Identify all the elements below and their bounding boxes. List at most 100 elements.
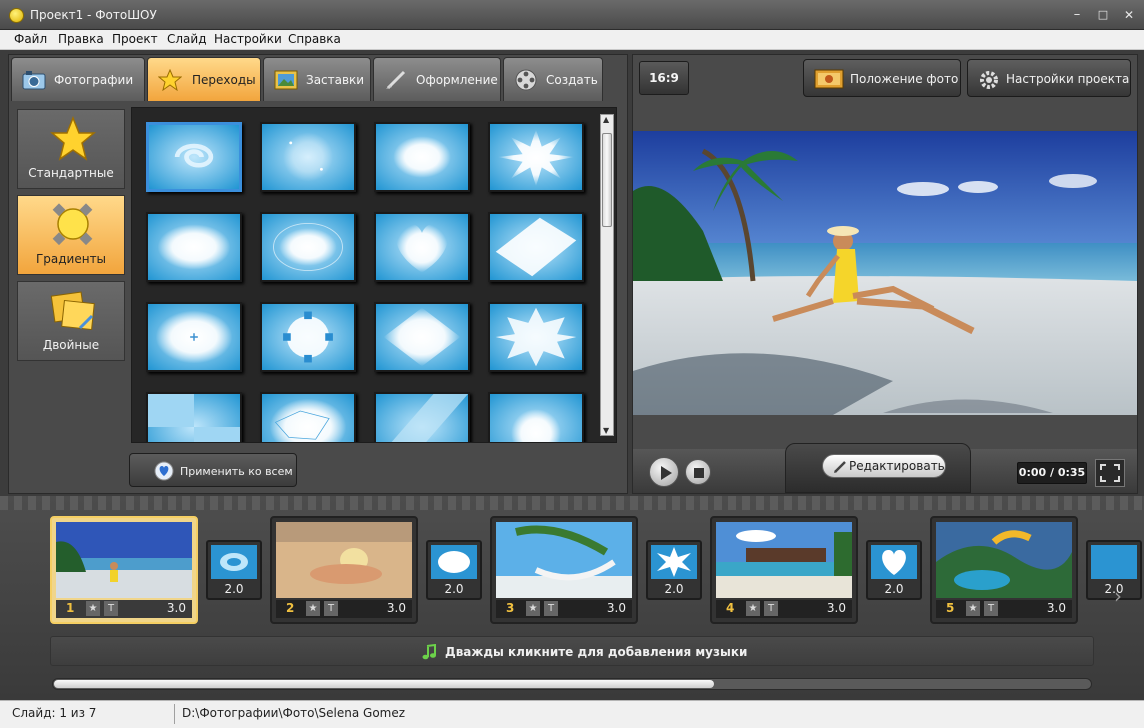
transition-thumb-burst[interactable] bbox=[488, 122, 584, 192]
slide-4[interactable]: 4 ★ T 3.0 bbox=[710, 516, 858, 624]
music-note-icon bbox=[422, 644, 436, 660]
slide-number: 5 bbox=[946, 601, 955, 615]
text-icon[interactable]: T bbox=[544, 601, 558, 616]
star-icon bbox=[50, 116, 96, 161]
transition-thumb-oval[interactable] bbox=[146, 212, 242, 282]
slide-1[interactable]: 1 ★ T 3.0 bbox=[50, 516, 198, 624]
transition-thumb-diagonal[interactable] bbox=[374, 392, 470, 442]
slide-duration: 3.0 bbox=[166, 601, 186, 615]
menu-slide[interactable]: Слайд bbox=[167, 32, 207, 46]
star-icon[interactable]: ★ bbox=[966, 601, 980, 616]
film-reel-icon bbox=[515, 69, 537, 91]
slide-info-bar: 4 ★ T 3.0 bbox=[716, 600, 852, 618]
transition-thumb-diamond-soft[interactable] bbox=[374, 302, 470, 372]
star-icon[interactable]: ★ bbox=[306, 601, 320, 616]
tab-transitions[interactable]: Переходы bbox=[147, 57, 261, 101]
transition-thumb-flower[interactable] bbox=[488, 392, 584, 442]
timeline-scrollbar[interactable] bbox=[52, 678, 1092, 690]
app-window: Проект1 - ФотоШОУ – □ ✕ Файл Правка Прое… bbox=[0, 0, 1144, 728]
text-icon[interactable]: T bbox=[984, 601, 998, 616]
transition-thumb-circle-cross[interactable] bbox=[146, 302, 242, 372]
scroll-down-icon[interactable]: ▼ bbox=[603, 426, 609, 435]
transition-thumb-sparkle[interactable] bbox=[260, 122, 356, 192]
grid-scrollbar[interactable]: ▲ ▼ bbox=[600, 114, 614, 436]
category-gradients-label: Градиенты bbox=[35, 252, 107, 266]
slide-5[interactable]: 5 ★ T 3.0 bbox=[930, 516, 1078, 624]
star-icon bbox=[158, 69, 182, 91]
stop-button[interactable] bbox=[685, 459, 711, 485]
scrollbar-thumb[interactable] bbox=[602, 133, 612, 227]
transition-slot-4[interactable]: 2.0 bbox=[866, 540, 922, 600]
film-strip-border bbox=[0, 496, 1144, 510]
category-gradients[interactable]: Градиенты bbox=[17, 195, 125, 275]
apply-to-all-button[interactable]: Применить ко всем bbox=[129, 453, 297, 487]
transition-thumb-swirl[interactable] bbox=[146, 122, 242, 192]
minimize-button[interactable]: – bbox=[1066, 6, 1088, 24]
text-icon[interactable]: T bbox=[324, 601, 338, 616]
tab-intros-label: Заставки bbox=[306, 73, 365, 87]
menu-file[interactable]: Файл bbox=[14, 32, 47, 46]
play-button[interactable] bbox=[649, 457, 679, 487]
aspect-ratio-button[interactable]: 16:9 bbox=[639, 61, 689, 95]
heart-shield-icon bbox=[154, 461, 174, 481]
music-hint: Дважды кликните для добавления музыки bbox=[445, 645, 748, 659]
star-icon[interactable]: ★ bbox=[746, 601, 760, 616]
fullscreen-button[interactable] bbox=[1095, 459, 1125, 487]
category-double[interactable]: Двойные bbox=[17, 281, 125, 361]
menu-edit[interactable]: Правка bbox=[58, 32, 104, 46]
window-title: Проект1 - ФотоШОУ bbox=[30, 8, 157, 22]
star-icon[interactable]: ★ bbox=[86, 601, 100, 616]
star-icon[interactable]: ★ bbox=[526, 601, 540, 616]
text-icon[interactable]: T bbox=[764, 601, 778, 616]
picture-icon bbox=[274, 70, 298, 90]
beach-photo bbox=[633, 131, 1137, 415]
chevron-right-icon[interactable]: › bbox=[1114, 584, 1122, 608]
slide-info-bar: 5 ★ T 3.0 bbox=[936, 600, 1072, 618]
transition-thumb-diamond[interactable] bbox=[488, 212, 584, 282]
photo-position-icon bbox=[814, 69, 844, 89]
timeline-scrollbar-thumb[interactable] bbox=[54, 680, 714, 688]
tab-photos[interactable]: Фотографии bbox=[11, 57, 145, 101]
category-standard[interactable]: Стандартные bbox=[17, 109, 125, 189]
slide-2[interactable]: 2 ★ T 3.0 bbox=[270, 516, 418, 624]
transitions-grid: ▲ ▼ bbox=[131, 107, 617, 443]
maximize-button[interactable]: □ bbox=[1092, 6, 1114, 24]
file-path: D:\Фотографии\Фото\Selena Gomez bbox=[182, 706, 406, 720]
transition-duration: 2.0 bbox=[224, 582, 244, 596]
photo-position-label: Положение фото bbox=[850, 72, 959, 86]
transition-thumb-globe[interactable] bbox=[260, 392, 356, 442]
gradient-icon bbox=[52, 203, 93, 246]
edit-button[interactable]: Редактировать bbox=[822, 454, 946, 478]
slide-info-bar: 2 ★ T 3.0 bbox=[276, 600, 412, 618]
slide-duration: 3.0 bbox=[826, 601, 846, 615]
transition-preview bbox=[651, 545, 697, 579]
scroll-up-icon[interactable]: ▲ bbox=[603, 115, 609, 124]
menu-help[interactable]: Справка bbox=[288, 32, 341, 46]
slide-3[interactable]: 3 ★ T 3.0 bbox=[490, 516, 638, 624]
tab-design[interactable]: Оформление bbox=[373, 57, 501, 101]
transition-slot-1[interactable]: 2.0 bbox=[206, 540, 262, 600]
tab-intros[interactable]: Заставки bbox=[263, 57, 371, 101]
menu-settings[interactable]: Настройки bbox=[214, 32, 282, 46]
transition-slot-2[interactable]: 2.0 bbox=[426, 540, 482, 600]
photo-position-button[interactable]: Положение фото bbox=[803, 59, 961, 97]
text-icon[interactable]: T bbox=[104, 601, 118, 616]
transition-thumb-gear[interactable] bbox=[260, 302, 356, 372]
slide-thumbnail bbox=[56, 522, 192, 598]
project-settings-button[interactable]: Настройки проекта bbox=[967, 59, 1131, 97]
menu-project[interactable]: Проект bbox=[112, 32, 158, 46]
tab-photos-label: Фотографии bbox=[54, 73, 134, 87]
music-track[interactable]: Дважды кликните для добавления музыки bbox=[50, 636, 1094, 666]
transition-thumb-oval-ring[interactable] bbox=[260, 212, 356, 282]
transition-categories: Стандартные Градиенты Двойные bbox=[15, 107, 127, 367]
tab-create[interactable]: Создать bbox=[503, 57, 603, 101]
transition-thumb-heart[interactable] bbox=[374, 212, 470, 282]
transition-slot-3[interactable]: 2.0 bbox=[646, 540, 702, 600]
transition-thumb-cloud[interactable] bbox=[374, 122, 470, 192]
transition-thumb-checker[interactable] bbox=[146, 392, 242, 442]
playback-controls: Редактировать 0:00 / 0:35 bbox=[633, 443, 1137, 493]
category-double-label: Двойные bbox=[42, 338, 100, 352]
close-button[interactable]: ✕ bbox=[1118, 6, 1140, 24]
tab-design-label: Оформление bbox=[416, 73, 498, 87]
transition-thumb-star-blob[interactable] bbox=[488, 302, 584, 372]
